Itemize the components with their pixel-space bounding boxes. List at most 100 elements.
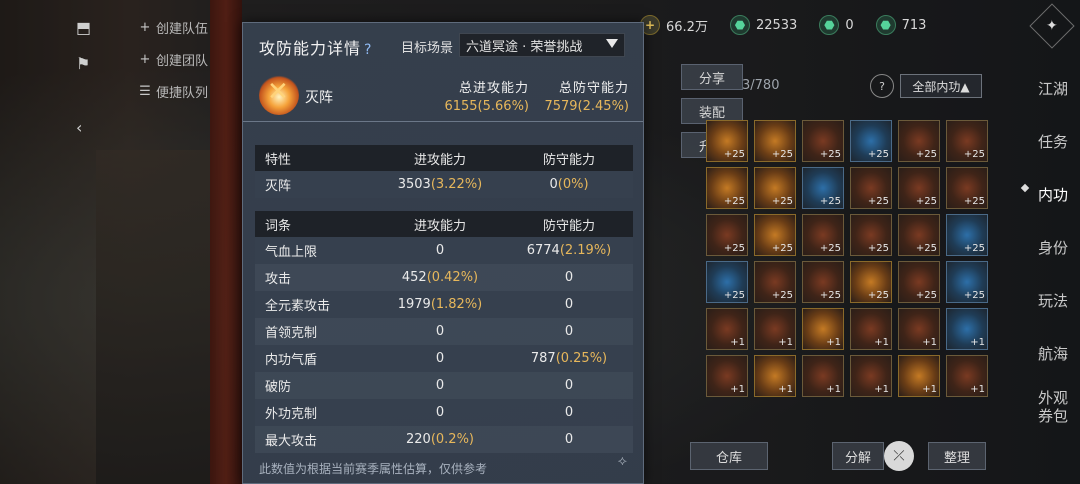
inventory-slot[interactable]: +25 [754,120,796,162]
inventory-slot[interactable]: +25 [898,261,940,303]
nav-item[interactable]: 江湖 [1026,62,1080,115]
inventory-slot[interactable]: +25 [850,167,892,209]
inventory-slot[interactable]: +25 [898,167,940,209]
help-icon[interactable]: ? [364,42,372,58]
slot-level: +1 [922,384,937,395]
left-menu-label: 创建团队 [156,53,209,69]
table-row: 攻击 452(0.42%) 0 [255,264,633,291]
nav-item[interactable]: 航海 [1026,327,1080,380]
scroll-icon[interactable]: ⬒ [76,18,91,37]
total-defense: 总防守能力 7579(2.45%) [539,77,629,114]
total-attack-value: 6155(5.66%) [444,99,529,114]
inventory-slot[interactable]: +25 [754,214,796,256]
attack-percent: (0.2%) [430,432,474,447]
inventory-slot[interactable]: +25 [946,261,988,303]
skill-name: 灭阵 [305,90,333,106]
currency-icon: ⬣ [819,15,840,35]
defense-value: 787 [530,351,556,366]
inventory-slot[interactable]: +25 [802,120,844,162]
nav-item[interactable]: 玩法 [1026,274,1080,327]
nav-item[interactable]: 身份 [1026,221,1080,274]
inventory-slot[interactable]: +25 [898,214,940,256]
dialog-header: 攻防能力详情? 目标场景 六道冥途 · 荣誉挑战 [243,23,643,67]
slot-level: +25 [819,243,841,254]
inventory-slot[interactable]: +25 [706,167,748,209]
inventory-slot[interactable]: +25 [946,214,988,256]
inventory-slot[interactable]: +1 [802,355,844,397]
left-menu-item[interactable]: ☰ 便捷队列 [138,78,208,104]
inventory-slot[interactable]: +1 [898,308,940,350]
inventory-slot[interactable]: +25 [706,261,748,303]
team-quick-menu: + 创建队伍 + 创建团队 ☰ 便捷队列 [138,14,208,110]
inventory-slot[interactable]: +25 [802,214,844,256]
slot-level: +25 [963,290,985,301]
nav-item[interactable]: 任务 [1026,115,1080,168]
left-menu-label: 便捷队列 [156,85,209,101]
inventory-slot[interactable]: +1 [898,355,940,397]
inventory-slot[interactable]: +25 [850,261,892,303]
defense-percent: (0%) [557,177,589,192]
row-name: 全元素攻击 [265,299,331,314]
inventory-slot[interactable]: +1 [706,308,748,350]
inventory-slot[interactable]: +25 [754,261,796,303]
currency-icon: ⬣ [729,15,750,35]
inventory-slot[interactable]: +25 [706,120,748,162]
defense-percent: (0.25%) [555,351,608,366]
sort-button[interactable]: 整理 [928,442,986,470]
chevron-left-icon[interactable]: ‹ [76,118,82,137]
slot-level: +1 [874,384,889,395]
decompose-button[interactable]: 分解 [832,442,884,470]
warehouse-button[interactable]: 仓库 [690,442,768,470]
inventory-slot[interactable]: +25 [850,120,892,162]
inventory-slot[interactable]: +1 [850,355,892,397]
defense-value: 0 [564,297,574,312]
inventory-slot[interactable]: +1 [946,308,988,350]
decompose-mode-icon[interactable]: ⤫ [884,441,914,471]
attack-value: 0 [435,243,445,258]
table-row: 最大攻击 220(0.2%) 0 [255,426,633,453]
column-header: 词条 [265,218,292,234]
inventory-help-icon[interactable]: ? [870,74,894,98]
column-header: 防守能力 [542,218,595,234]
defense-cell: 0 [505,324,633,339]
inventory-slot[interactable]: +1 [802,308,844,350]
left-menu-item[interactable]: + 创建队伍 [138,14,208,40]
inventory-slot[interactable]: +25 [706,214,748,256]
inventory-slot[interactable]: +1 [754,355,796,397]
inventory-filter-dropdown[interactable]: 全部内功▲ [900,74,982,98]
attack-percent: (1.82%) [430,297,483,312]
row-name: 攻击 [265,272,292,287]
slot-level: +1 [778,337,793,348]
table-row: 全元素攻击 1979(1.82%) 0 [255,291,633,318]
inventory-slot[interactable]: +1 [946,355,988,397]
total-defense-label: 总防守能力 [558,81,629,96]
inventory-slot[interactable]: +25 [850,214,892,256]
dialog-title: 攻防能力详情? [259,35,372,59]
slot-level: +1 [730,337,745,348]
nav-item[interactable]: 外观 券包 [1026,380,1080,433]
inventory-slot[interactable]: +1 [706,355,748,397]
currency-icon: ⬣ [875,15,896,35]
row-name: 内功气盾 [265,353,318,368]
defense-cell: 0 [505,432,633,447]
corner-decoration-icon: ⟡ [617,453,627,469]
inventory-slot[interactable]: +25 [946,167,988,209]
column-header: 防守能力 [542,152,595,168]
defense-value: 0 [564,324,574,339]
inventory-side-button[interactable]: 分享 [681,64,743,90]
inventory-slot[interactable]: +25 [946,120,988,162]
table-row: 灭阵 3503(3.22%) 0(0%) [255,171,633,198]
slot-level: +25 [819,149,841,160]
target-scene-dropdown[interactable]: 六道冥途 · 荣誉挑战 [459,33,625,57]
inventory-slot[interactable]: +1 [850,308,892,350]
inventory-slot[interactable]: +1 [754,308,796,350]
inventory-slot[interactable]: +25 [754,167,796,209]
inventory-slot[interactable]: +25 [802,261,844,303]
slot-level: +1 [826,337,841,348]
flag-icon[interactable]: ⚑ [76,54,90,73]
inventory-slot[interactable]: +25 [802,167,844,209]
slot-level: +25 [915,196,937,207]
inventory-slot[interactable]: +25 [898,120,940,162]
nav-item[interactable]: 内功 [1026,168,1080,221]
left-menu-item[interactable]: + 创建团队 [138,46,208,72]
